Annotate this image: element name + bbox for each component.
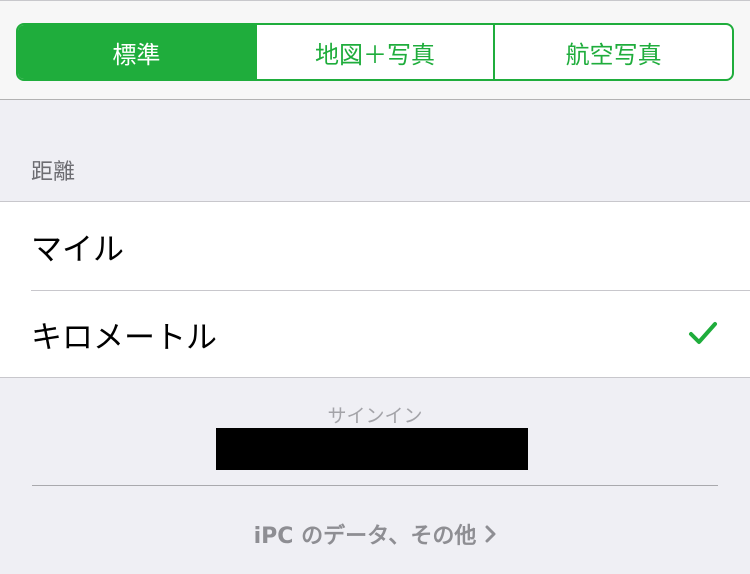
option-label-kilometers: キロメートル [31,319,217,356]
data-and-more-label: iPC のデータ、その他 [253,524,477,549]
data-and-more-link[interactable]: iPC のデータ、その他 [0,518,750,550]
chevron-right-icon [485,525,496,543]
footer-divider [32,485,718,486]
distance-option-kilometers[interactable]: キロメートル [0,290,750,378]
option-label-miles: マイル [31,231,124,268]
segment-hybrid[interactable]: 地図＋写真 [254,25,494,79]
distance-option-miles[interactable]: マイル [0,202,750,291]
distance-options-list: マイル キロメートル [0,201,750,378]
segment-satellite[interactable]: 航空写真 [493,25,732,79]
signin-label: サインイン [327,405,423,427]
map-type-bar: 標準 地図＋写真 航空写真 [0,0,750,100]
redacted-account-name [216,428,528,470]
checkmark-icon [689,322,717,344]
segment-standard[interactable]: 標準 [18,25,255,79]
map-type-segmented-control: 標準 地図＋写真 航空写真 [16,23,734,81]
distance-section-header: 距離 [31,160,76,185]
